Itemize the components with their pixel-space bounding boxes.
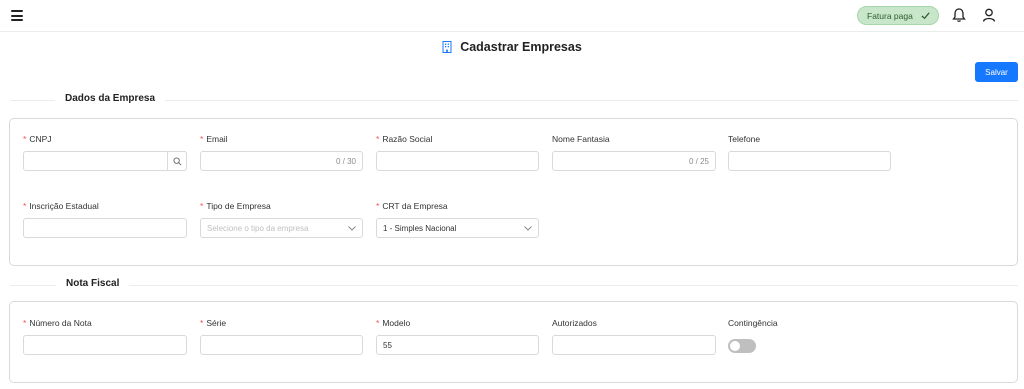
autorizados-label: Autorizados [552, 318, 597, 328]
section-company-header: Dados da Empresa [10, 93, 1018, 107]
toggle-knob [730, 341, 740, 351]
inscricao-estadual-input[interactable] [23, 218, 187, 238]
section-invoice-header: Nota Fiscal [10, 278, 1018, 292]
building-icon [442, 41, 452, 53]
telefone-label: Telefone [728, 134, 761, 144]
nome-fantasia-label: Nome Fantasia [552, 134, 610, 144]
tipo-empresa-select[interactable]: Selecione o tipo da empresa [200, 218, 363, 238]
cnpj-input[interactable] [23, 151, 187, 171]
company-card: * CNPJ * Email 0 / 30 * Razão Social Nome F… [9, 118, 1018, 266]
page-title: Cadastrar Empresas [460, 40, 582, 54]
numero-nota-input[interactable] [23, 335, 187, 355]
bell-icon[interactable] [951, 7, 967, 23]
search-icon [172, 156, 181, 165]
section-invoice-title: Nota Fiscal [56, 278, 130, 289]
section-company-title: Dados da Empresa [55, 93, 166, 104]
cnpj-search-button[interactable] [167, 151, 187, 171]
invoice-card: * Número da Nota * Série * Modelo 55 Autori… [9, 301, 1018, 383]
contingencia-toggle[interactable] [728, 339, 756, 353]
crt-empresa-select[interactable]: 1 - Simples Nacional [376, 218, 539, 238]
menu-icon[interactable] [11, 10, 23, 21]
email-field[interactable]: 0 / 30 [200, 151, 363, 171]
status-badge: Fatura paga [857, 6, 939, 25]
email-counter: 0 / 30 [335, 156, 356, 166]
numero-nota-label: * Número da Nota [23, 318, 92, 328]
serie-input[interactable] [200, 335, 363, 355]
chevron-down-icon [524, 225, 532, 231]
nome-fantasia-input[interactable]: 0 / 25 [552, 151, 716, 171]
crt-empresa-label: * CRT da Empresa [376, 201, 448, 211]
razao-social-input[interactable] [376, 151, 539, 171]
modelo-label: * Modelo [376, 318, 411, 328]
modelo-input[interactable]: 55 [376, 335, 539, 355]
inscricao-estadual-label: * Inscrição Estadual [23, 201, 99, 211]
top-bar: Fatura paga [0, 0, 1024, 32]
autorizados-input[interactable] [552, 335, 716, 355]
check-icon [921, 12, 930, 20]
chevron-down-icon [348, 225, 356, 231]
tipo-empresa-label: * Tipo de Empresa [200, 201, 271, 211]
serie-label: * Série [200, 318, 227, 328]
status-badge-label: Fatura paga [867, 10, 913, 21]
save-button[interactable]: Salvar [975, 62, 1018, 82]
contingencia-label: Contingência [728, 318, 778, 328]
user-icon[interactable] [981, 7, 997, 23]
nome-fantasia-counter: 0 / 25 [688, 156, 709, 166]
email-label: * Email [200, 134, 228, 144]
cnpj-label: * CNPJ [23, 134, 52, 144]
page-header: Cadastrar Empresas [0, 38, 1024, 56]
telefone-input[interactable] [728, 151, 891, 171]
razao-social-label: * Razão Social [376, 134, 433, 144]
